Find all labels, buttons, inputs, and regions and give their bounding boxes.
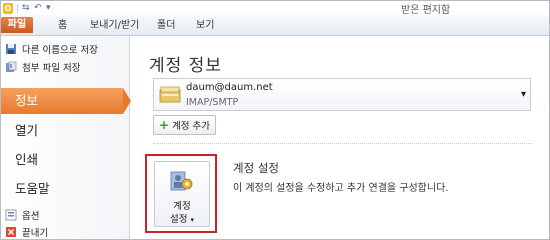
tab-folder[interactable]: 폴더 — [157, 18, 175, 33]
outlook-app-icon[interactable]: O — [3, 2, 13, 14]
account-settings-label-line2: 설정 ▾ — [155, 211, 209, 225]
account-settings-title: 계정 설정 — [233, 161, 279, 175]
quick-access-toolbar: O ⇆ ↶ ▾ — [3, 2, 55, 14]
add-account-label: 계정 추가 — [172, 121, 211, 132]
qat-separator — [17, 3, 18, 13]
page-title: 계정 정보 — [149, 56, 222, 76]
save-as-item[interactable]: 다른 이름으로 저장 — [5, 41, 98, 57]
tab-file[interactable]: 파일 — [1, 17, 33, 33]
account-settings-label-line2-text: 설정 — [169, 214, 188, 225]
account-email: daum@daum.net — [186, 82, 273, 93]
save-attachments-label: 첨부 파일 저장 — [22, 63, 81, 74]
save-as-label: 다른 이름으로 저장 — [22, 45, 98, 56]
account-settings-label-line1: 계정 — [173, 201, 191, 212]
account-type: IMAP/SMTP — [186, 97, 239, 108]
tab-send-receive[interactable]: 보내기/받기 — [90, 18, 139, 33]
exit-item[interactable]: 끝내기 — [5, 224, 49, 239]
options-icon — [5, 209, 17, 221]
nav-item-info-label: 정보 — [15, 93, 39, 108]
exit-label: 끝내기 — [22, 228, 49, 239]
title-bar: O ⇆ ↶ ▾ 받은 편지함 — [1, 1, 549, 16]
account-settings-description: 이 계정의 설정을 수정하고 추가 연결을 구성합니다. — [233, 183, 449, 194]
account-settings-icon — [170, 168, 194, 194]
tab-view[interactable]: 보기 — [196, 18, 214, 33]
ribbon-tabs: 파일 홈 보내기/받기 폴더 보기 — [1, 15, 549, 36]
nav-item-info[interactable]: 정보 — [1, 88, 131, 114]
save-attachments-icon — [5, 61, 17, 73]
nav-item-print[interactable]: 인쇄 — [1, 147, 129, 173]
options-label: 옵션 — [22, 211, 40, 222]
outlook-backstage-window: O ⇆ ↶ ▾ 받은 편지함 파일 홈 보내기/받기 폴더 보기 다른 이름으로… — [0, 0, 550, 240]
save-attachments-item[interactable]: 첨부 파일 저장 — [5, 59, 80, 75]
save-as-icon — [5, 43, 17, 55]
backstage-sidebar: 다른 이름으로 저장 첨부 파일 저장 정보 열기 인쇄 도움말 옵션 끝내기 — [1, 36, 131, 239]
options-item[interactable]: 옵션 — [5, 207, 39, 223]
mail-account-icon — [158, 84, 182, 106]
section-divider — [153, 143, 533, 144]
nav-item-help[interactable]: 도움말 — [1, 176, 129, 202]
customize-toolbar-icon[interactable]: ▾ — [46, 3, 55, 13]
add-account-button[interactable]: + 계정 추가 — [153, 115, 217, 135]
plus-icon: + — [159, 118, 170, 132]
exit-icon — [5, 226, 17, 238]
send-receive-icon[interactable]: ⇆ — [22, 3, 31, 13]
active-pointer — [123, 88, 131, 114]
undo-icon[interactable]: ↶ — [34, 3, 43, 13]
account-dropdown[interactable]: daum@daum.net IMAP/SMTP ▾ — [153, 78, 531, 111]
nav-item-open[interactable]: 열기 — [1, 118, 129, 144]
chevron-down-icon[interactable]: ▾ — [521, 89, 526, 100]
tab-home[interactable]: 홈 — [58, 18, 67, 33]
window-title: 받은 편지함 — [401, 5, 451, 16]
chevron-down-icon: ▾ — [190, 216, 195, 224]
account-info-panel: 계정 정보 daum@daum.net IMAP/SMTP ▾ + 계정 추가 — [133, 36, 549, 239]
account-settings-button[interactable]: 계정 설정 ▾ — [154, 161, 210, 227]
